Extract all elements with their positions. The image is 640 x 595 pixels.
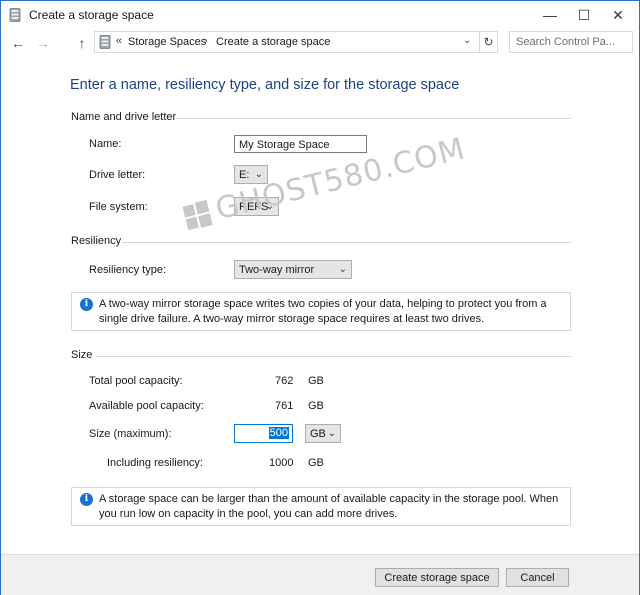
resiliency-type-label: Resiliency type: [89, 264, 167, 276]
available-capacity-label: Available pool capacity: [89, 400, 204, 412]
total-capacity-label: Total pool capacity: [89, 375, 183, 387]
search-input[interactable]: Search Control Pa... [509, 31, 633, 53]
size-info-box: i A storage space can be larger than the… [71, 487, 571, 526]
window-title: Create a storage space [29, 8, 154, 22]
group-divider [96, 356, 571, 357]
info-icon: i [80, 298, 93, 311]
maximize-button[interactable]: ☐ [567, 1, 601, 29]
cancel-button[interactable]: Cancel [506, 568, 569, 587]
group-divider [121, 242, 571, 243]
address-dropdown-icon[interactable]: ⌄ [463, 35, 471, 46]
storage-spaces-icon [9, 8, 21, 22]
breadcrumb-storage-spaces[interactable]: Storage Spaces [128, 36, 206, 48]
minimize-button[interactable]: — [533, 1, 567, 29]
chevron-down-icon: ⌄ [327, 428, 336, 439]
name-field[interactable]: My Storage Space [234, 135, 367, 153]
breadcrumb-create-storage-space[interactable]: Create a storage space [216, 36, 330, 48]
resiliency-type-select[interactable]: Two-way mirror ⌄ [234, 260, 352, 279]
resiliency-info-box: i A two-way mirror storage space writes … [71, 292, 571, 331]
info-icon: i [80, 493, 93, 506]
chevron-down-icon: ⌄ [254, 169, 263, 180]
group-divider [171, 118, 571, 119]
size-info-text: A storage space can be larger than the a… [99, 493, 559, 520]
available-capacity-value: 761 [275, 400, 294, 412]
available-capacity-unit: GB [308, 400, 324, 412]
forward-arrow-icon[interactable]: → [34, 33, 52, 53]
size-maximum-label: Size (maximum): [89, 428, 172, 440]
close-button[interactable]: ✕ [601, 1, 635, 29]
title-bar: Create a storage space — ☐ ✕ [1, 1, 639, 29]
including-resiliency-value: 1000 [269, 457, 294, 469]
name-label: Name: [89, 138, 122, 150]
file-system-label: File system: [89, 201, 148, 213]
navigation-toolbar: ← → ↑ « Storage Spaces › Create a storag… [1, 29, 639, 57]
dialog-window: Create a storage space — ☐ ✕ ← → ↑ « Sto… [0, 0, 640, 595]
refresh-button[interactable]: ↻ [480, 31, 498, 53]
page-title: Enter a name, resiliency type, and size … [70, 77, 460, 93]
windows-logo-icon [182, 199, 213, 230]
drive-letter-value: E: [239, 169, 250, 181]
address-overflow-icon[interactable]: « [116, 35, 122, 47]
including-resiliency-unit: GB [308, 457, 324, 469]
total-capacity-value: 762 [275, 375, 294, 387]
size-field[interactable]: 500 [234, 424, 293, 443]
breadcrumb-separator-icon[interactable]: › [204, 35, 208, 47]
total-capacity-unit: GB [308, 375, 324, 387]
size-unit-select[interactable]: GB ⌄ [305, 424, 341, 443]
dialog-footer: Create storage space Cancel [1, 554, 639, 595]
resiliency-group-title: Resiliency [71, 235, 122, 247]
back-arrow-icon[interactable]: ← [9, 33, 27, 53]
storage-spaces-icon [99, 35, 111, 49]
create-storage-space-button[interactable]: Create storage space [375, 568, 499, 587]
size-unit-value: GB [310, 428, 326, 440]
including-resiliency-label: Including resiliency: [107, 457, 203, 469]
size-group-title: Size [71, 349, 93, 361]
resiliency-type-value: Two-way mirror [239, 264, 315, 276]
address-bar[interactable]: « Storage Spaces › Create a storage spac… [94, 31, 480, 53]
name-group-title: Name and drive letter [71, 111, 177, 123]
chevron-down-icon: ⌄ [338, 264, 347, 275]
size-field-selection: 500 [268, 427, 289, 439]
resiliency-info-text: A two-way mirror storage space writes tw… [99, 298, 547, 325]
up-arrow-icon[interactable]: ↑ [73, 33, 91, 53]
drive-letter-label: Drive letter: [89, 169, 146, 181]
